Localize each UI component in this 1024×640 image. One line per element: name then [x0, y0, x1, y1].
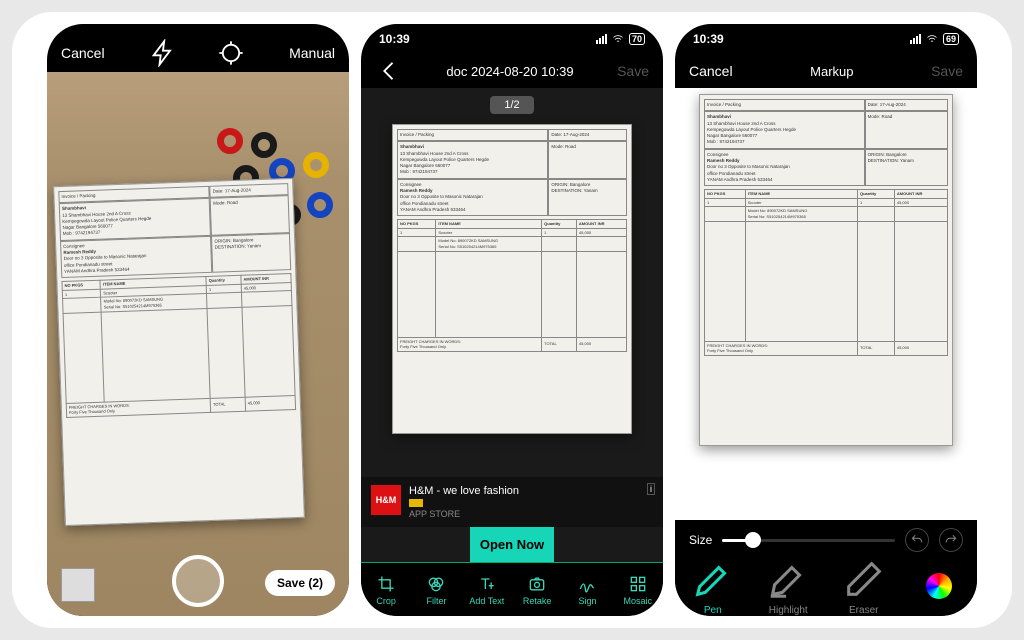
ad-open-button[interactable]: Open Now [470, 527, 554, 562]
tool-crop[interactable]: Crop [361, 563, 411, 616]
status-time: 10:39 [693, 32, 724, 46]
color-wheel-icon [926, 573, 952, 599]
tool-mosaic[interactable]: Mosaic [613, 563, 663, 616]
doc-title: doc 2024-08-20 10:39 [403, 64, 617, 79]
battery-indicator: 69 [943, 33, 959, 45]
camera-viewport: Invoice / PackingDate: 17-Aug-2024 Shamb… [47, 72, 349, 616]
ad-store: APP STORE [409, 509, 519, 519]
markup-toolbar: Pen Highlight Eraser [675, 556, 977, 616]
tool-add-text[interactable]: Add Text [462, 563, 512, 616]
undo-button[interactable] [905, 528, 929, 552]
page-title: Markup [733, 64, 931, 79]
save-button[interactable]: Save (2) [265, 570, 335, 596]
flash-icon[interactable] [149, 39, 177, 67]
status-bar: 10:39 70 [361, 24, 663, 54]
document-in-view: Invoice / PackingDate: 17-Aug-2024 Shamb… [53, 178, 305, 526]
tool-filter[interactable]: Filter [411, 563, 461, 616]
tool-highlight[interactable]: Highlight [751, 556, 827, 616]
ad-rating [409, 499, 423, 507]
save-button[interactable]: Save [617, 63, 649, 79]
tool-sign[interactable]: Sign [562, 563, 612, 616]
wifi-icon [925, 33, 939, 45]
phone-markup: 10:39 69 Cancel Markup Save Invoice / Pa… [675, 24, 977, 616]
phone-camera: Cancel Manual Invoice / Packi [47, 24, 349, 616]
manual-button[interactable]: Manual [289, 45, 335, 61]
auto-icon[interactable] [217, 39, 245, 67]
size-label: Size [689, 533, 712, 547]
tool-pen[interactable]: Pen [675, 556, 751, 616]
tool-eraser[interactable]: Eraser [826, 556, 902, 616]
save-button[interactable]: Save [931, 63, 963, 79]
page-indicator: 1/2 [490, 96, 533, 114]
object-ring [217, 128, 243, 154]
tool-retake[interactable]: Retake [512, 563, 562, 616]
size-slider[interactable] [722, 539, 895, 542]
redo-button[interactable] [939, 528, 963, 552]
object-ring [251, 132, 277, 158]
cancel-button[interactable]: Cancel [61, 45, 105, 61]
signal-icon [596, 34, 607, 44]
phone-editor: 10:39 70 doc 2024-08-20 10:39 Save 1/2 I… [361, 24, 663, 616]
ad-logo: H&M [371, 485, 401, 515]
back-icon[interactable] [375, 57, 403, 85]
markup-canvas[interactable]: Invoice / PackingDate: 17-Aug-2024 Shamb… [675, 88, 977, 520]
color-picker[interactable] [902, 556, 978, 616]
cancel-button[interactable]: Cancel [689, 63, 733, 79]
editor-toolbar: Crop Filter Add Text Retake Sign Mosaic [361, 562, 663, 616]
wifi-icon [611, 33, 625, 45]
ad-banner[interactable]: H&M H&M - we love fashion APP STORE i [361, 477, 663, 527]
status-time: 10:39 [379, 32, 410, 46]
scanned-page[interactable]: Invoice / PackingDate: 17-Aug-2024 Shamb… [392, 124, 632, 434]
object-ring [307, 192, 333, 218]
ad-info-icon[interactable]: i [647, 483, 655, 495]
object-ring [303, 152, 329, 178]
shutter-button[interactable] [172, 555, 224, 607]
scanned-page[interactable]: Invoice / PackingDate: 17-Aug-2024 Shamb… [699, 94, 953, 446]
battery-indicator: 70 [629, 33, 645, 45]
ad-title: H&M - we love fashion [409, 485, 519, 497]
status-bar: 10:39 69 [675, 24, 977, 54]
last-capture-thumbnail[interactable] [61, 568, 95, 602]
signal-icon [910, 34, 921, 44]
